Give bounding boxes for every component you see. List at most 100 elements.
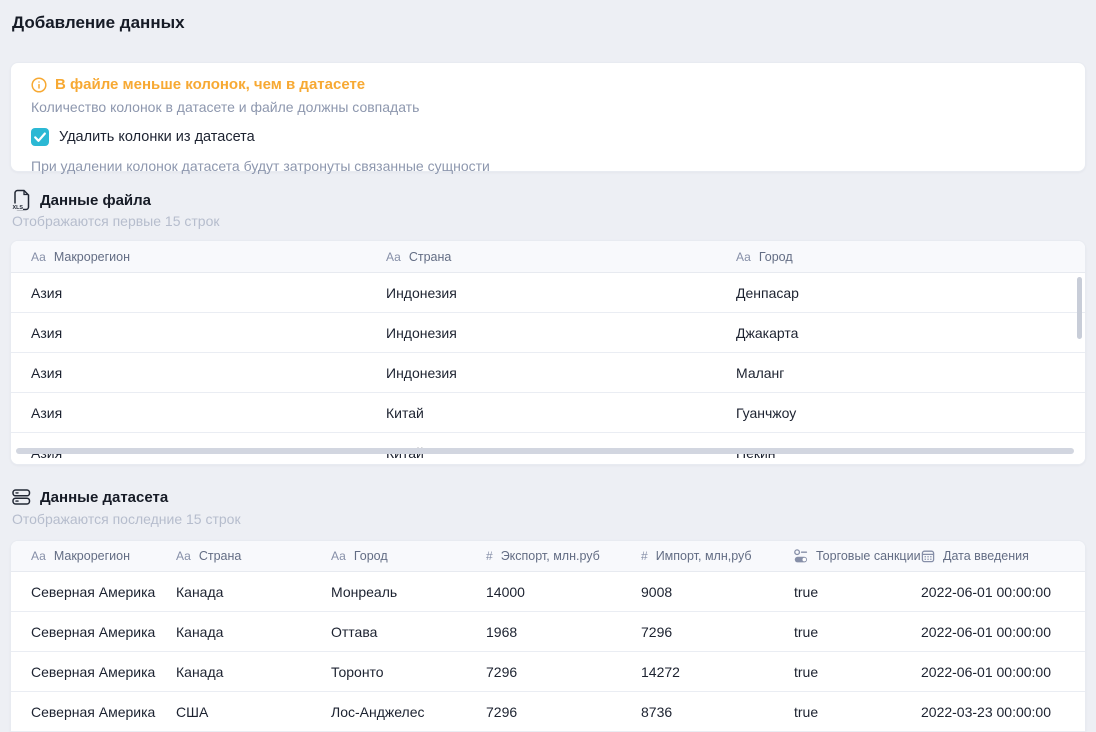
cell-import: 8736 bbox=[641, 692, 672, 732]
cell-city: Торонто bbox=[331, 652, 384, 692]
cell-country: Индонезия bbox=[386, 353, 457, 393]
column-label: Торговые санкции bbox=[816, 549, 921, 563]
cell-macroregion: Азия bbox=[31, 273, 62, 313]
column-label: Дата введения bbox=[943, 549, 1029, 563]
cell-date: 2022-06-01 00:00:00 bbox=[921, 572, 1051, 612]
table-row: Азия Индонезия Джакарта bbox=[11, 313, 1085, 353]
delete-columns-checkbox-row: Удалить колонки из датасета bbox=[31, 128, 1065, 146]
dataset-section-header: Данные датасета bbox=[12, 488, 168, 506]
cell-date: 2022-06-01 00:00:00 bbox=[921, 652, 1051, 692]
cell-sanctions: true bbox=[794, 692, 818, 732]
cell-country: Канада bbox=[176, 572, 223, 612]
column-header: Аа Страна bbox=[386, 241, 451, 272]
delete-columns-checkbox-label[interactable]: Удалить колонки из датасета bbox=[59, 129, 255, 145]
cell-country: Канада bbox=[176, 612, 223, 652]
table-row: Азия Китай Гуанчжоу bbox=[11, 393, 1085, 433]
cell-export: 7296 bbox=[486, 652, 517, 692]
column-header: Дата введения bbox=[921, 541, 1029, 571]
table-row: Азия Индонезия Денпасар bbox=[11, 273, 1085, 313]
cell-city: Гуанчжоу bbox=[736, 393, 796, 433]
cell-city: Маланг bbox=[736, 353, 784, 393]
cell-macroregion: Северная Америка bbox=[31, 572, 155, 612]
warning-subtitle: Количество колонок в датасете и файле до… bbox=[31, 99, 1065, 115]
dataset-section-subtitle: Отображаются последние 15 строк bbox=[12, 511, 241, 527]
cell-country: Индонезия bbox=[386, 273, 457, 313]
dataset-table: Аа Макрорегион Аа Страна Аа Город # Эксп… bbox=[10, 540, 1086, 732]
file-section-header: XLS Данные файла bbox=[12, 189, 151, 211]
page-title: Добавление данных bbox=[12, 13, 185, 33]
table-row: Северная Америка Канада Торонто 7296 142… bbox=[11, 652, 1085, 692]
cell-macroregion: Северная Америка bbox=[31, 612, 155, 652]
dataset-table-header: Аа Макрорегион Аа Страна Аа Город # Эксп… bbox=[11, 541, 1085, 572]
file-section-title: Данные файла bbox=[40, 192, 151, 209]
table-row: Северная Америка США Лос-Анджелес 7296 8… bbox=[11, 692, 1085, 732]
add-data-page: Добавление данных В файле меньше колонок… bbox=[0, 0, 1096, 732]
cell-city: Оттава bbox=[331, 612, 377, 652]
horizontal-scrollbar-thumb[interactable] bbox=[16, 448, 1074, 454]
file-section-subtitle: Отображаются первые 15 строк bbox=[12, 213, 220, 229]
text-type-icon: Аа bbox=[386, 250, 401, 264]
column-header: Аа Макрорегион bbox=[31, 541, 130, 571]
file-table-header: Аа Макрорегион Аа Страна Аа Город bbox=[11, 241, 1085, 273]
xls-file-icon: XLS bbox=[12, 189, 31, 211]
vertical-scrollbar-thumb[interactable] bbox=[1077, 277, 1082, 339]
check-icon bbox=[31, 128, 49, 146]
svg-text:XLS: XLS bbox=[13, 205, 24, 211]
column-label: Макрорегион bbox=[54, 250, 130, 264]
number-type-icon: # bbox=[486, 549, 493, 563]
cell-macroregion: Северная Америка bbox=[31, 652, 155, 692]
cell-export: 1968 bbox=[486, 612, 517, 652]
cell-country: США bbox=[176, 692, 208, 732]
cell-city: Джакарта bbox=[736, 313, 798, 353]
cell-macroregion: Азия bbox=[31, 393, 62, 433]
warning-title: В файле меньше колонок, чем в датасете bbox=[55, 76, 365, 93]
cell-import: 7296 bbox=[641, 612, 672, 652]
cell-export: 14000 bbox=[486, 572, 525, 612]
delete-columns-checkbox[interactable] bbox=[31, 128, 49, 146]
text-type-icon: Аа bbox=[331, 549, 346, 563]
column-header: Аа Макрорегион bbox=[31, 241, 130, 272]
column-label: Экспорт, млн.руб bbox=[501, 549, 600, 563]
cell-export: 7296 bbox=[486, 692, 517, 732]
column-label: Страна bbox=[409, 250, 452, 264]
cell-date: 2022-06-01 00:00:00 bbox=[921, 612, 1051, 652]
cell-macroregion: Азия bbox=[31, 313, 62, 353]
text-type-icon: Аа bbox=[31, 250, 46, 264]
column-header: # Импорт, млн,руб bbox=[641, 541, 752, 571]
column-label: Город bbox=[354, 549, 388, 563]
warning-title-row: В файле меньше колонок, чем в датасете bbox=[31, 76, 1065, 93]
boolean-toggle-icon bbox=[794, 549, 808, 563]
cell-city: Монреаль bbox=[331, 572, 397, 612]
cell-city: Денпасар bbox=[736, 273, 799, 313]
info-circle-icon bbox=[31, 77, 47, 93]
text-type-icon: Аа bbox=[736, 250, 751, 264]
column-label: Импорт, млн,руб bbox=[656, 549, 752, 563]
cell-country: Индонезия bbox=[386, 313, 457, 353]
cell-country: Китай bbox=[386, 393, 424, 433]
column-header: Торговые санкции bbox=[794, 541, 921, 571]
file-table: Аа Макрорегион Аа Страна Аа Город Азия И… bbox=[10, 240, 1086, 465]
cell-import: 14272 bbox=[641, 652, 680, 692]
warning-note: При удалении колонок датасета будут затр… bbox=[31, 158, 1065, 174]
column-header: # Экспорт, млн.руб bbox=[486, 541, 600, 571]
column-header: Аа Город bbox=[736, 241, 793, 272]
column-header: Аа Страна bbox=[176, 541, 241, 571]
cell-country: Канада bbox=[176, 652, 223, 692]
warning-banner: В файле меньше колонок, чем в датасете К… bbox=[10, 62, 1086, 172]
cell-macroregion: Северная Америка bbox=[31, 692, 155, 732]
column-label: Город bbox=[759, 250, 793, 264]
column-label: Макрорегион bbox=[54, 549, 130, 563]
cell-sanctions: true bbox=[794, 612, 818, 652]
calendar-icon bbox=[921, 549, 935, 563]
table-row: Азия Индонезия Маланг bbox=[11, 353, 1085, 393]
cell-macroregion: Азия bbox=[31, 353, 62, 393]
cell-sanctions: true bbox=[794, 572, 818, 612]
cell-sanctions: true bbox=[794, 652, 818, 692]
column-label: Страна bbox=[199, 549, 242, 563]
cell-import: 9008 bbox=[641, 572, 672, 612]
text-type-icon: Аа bbox=[176, 549, 191, 563]
number-type-icon: # bbox=[641, 549, 648, 563]
table-row: Северная Америка Канада Оттава 1968 7296… bbox=[11, 612, 1085, 652]
table-row: Северная Америка Канада Монреаль 14000 9… bbox=[11, 572, 1085, 612]
text-type-icon: Аа bbox=[31, 549, 46, 563]
